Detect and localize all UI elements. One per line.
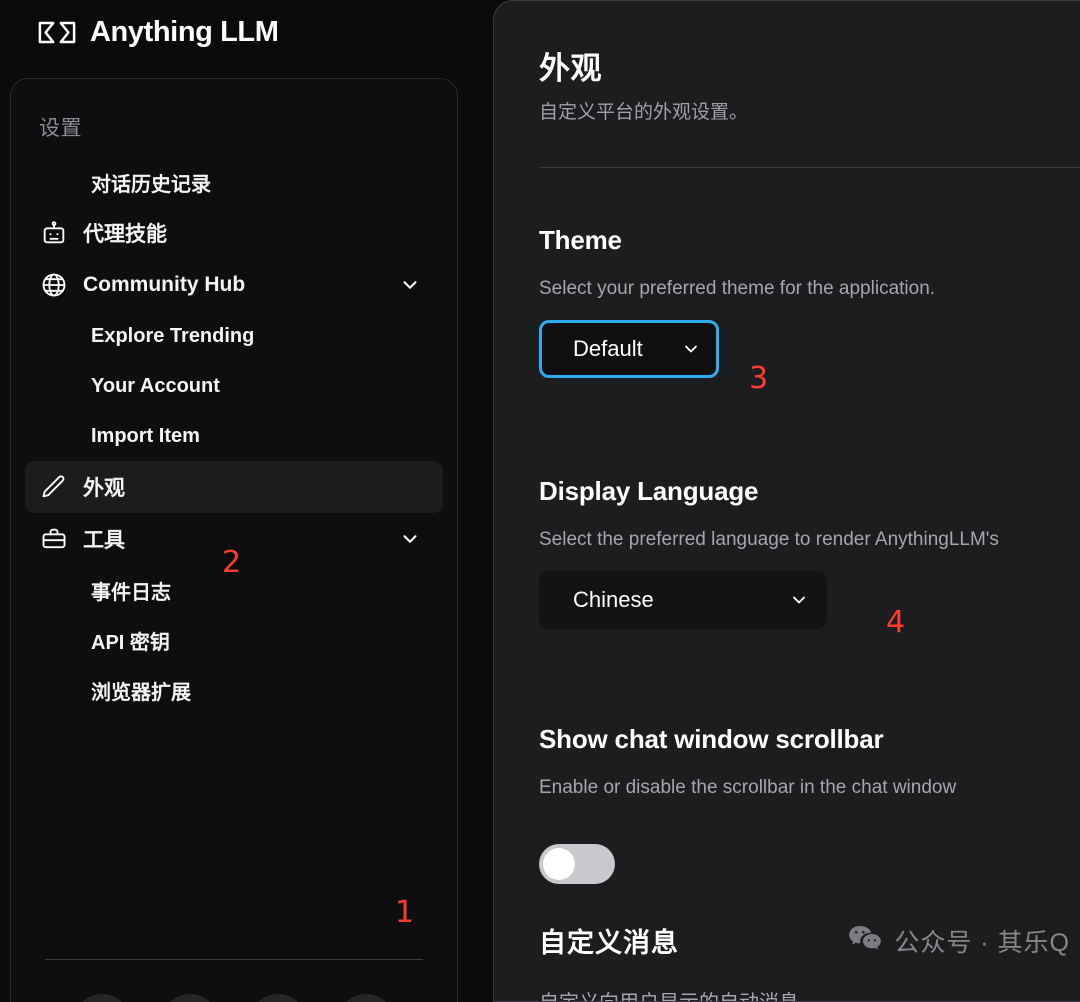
sidebar-item-community-hub[interactable]: Community Hub bbox=[25, 259, 443, 311]
annotation-marker-3: 3 bbox=[749, 361, 769, 396]
sidebar-item-appearance[interactable]: 外观 bbox=[25, 461, 443, 513]
language-description: Select the preferred language to render … bbox=[539, 529, 999, 550]
sidebar-item-explore-trending[interactable]: Explore Trending bbox=[25, 311, 443, 361]
appearance-settings-panel: 外观 自定义平台的外观设置。 Theme Select your preferr… bbox=[493, 0, 1080, 1002]
annotation-marker-1: 1 bbox=[395, 895, 415, 930]
toolbox-icon bbox=[39, 524, 69, 554]
sidebar-nav: 对话历史记录 代理技能 Community Hub Explore Trendi… bbox=[25, 157, 443, 715]
page-subtitle: 自定义平台的外观设置。 bbox=[539, 102, 749, 123]
chevron-down-icon bbox=[681, 339, 701, 359]
watermark: 公众号 · 其乐Q bbox=[848, 923, 1070, 959]
language-field: Display Language Select the preferred la… bbox=[539, 476, 999, 629]
header-divider bbox=[539, 167, 1080, 168]
sidebar: Anything LLM 设置 对话历史记录 代理技能 Community Hu… bbox=[0, 0, 470, 1002]
sidebar-item-import-item[interactable]: Import Item bbox=[25, 411, 443, 461]
brand-name: Anything LLM bbox=[90, 15, 279, 48]
scrollbar-description: Enable or disable the scrollbar in the c… bbox=[539, 777, 957, 798]
sidebar-item-label: 工具 bbox=[83, 529, 125, 552]
chevron-down-icon[interactable] bbox=[399, 528, 421, 550]
sidebar-item-api-keys[interactable]: API 密钥 bbox=[25, 615, 443, 665]
scrollbar-field: Show chat window scrollbar Enable or dis… bbox=[539, 724, 956, 799]
wechat-icon bbox=[848, 924, 882, 959]
theme-select[interactable]: Default bbox=[539, 320, 719, 378]
sidebar-footer bbox=[11, 994, 457, 1002]
chevron-down-icon bbox=[789, 590, 809, 610]
custom-messages-title: 自定义消息 bbox=[539, 928, 679, 958]
sidebar-item-label: Explore Trending bbox=[91, 324, 255, 347]
theme-select-value: Default bbox=[573, 336, 643, 361]
app-root: Anything LLM 设置 对话历史记录 代理技能 Community Hu… bbox=[0, 0, 1080, 1002]
sidebar-item-label: 事件日志 bbox=[91, 581, 171, 604]
annotation-marker-4: 4 bbox=[886, 605, 906, 640]
language-select-value: Chinese bbox=[573, 587, 654, 612]
pencil-icon bbox=[39, 472, 69, 502]
sidebar-card: 设置 对话历史记录 代理技能 Community Hub Explore Tre… bbox=[10, 78, 458, 1002]
anythingllm-logo-icon bbox=[38, 20, 76, 45]
scrollbar-toggle[interactable] bbox=[539, 844, 615, 884]
chevron-down-icon[interactable] bbox=[399, 274, 421, 296]
custom-messages-description: 自定义向用户显示的自动消息 bbox=[539, 986, 799, 1001]
sponsor-button[interactable] bbox=[73, 994, 131, 1002]
toggle-knob bbox=[543, 848, 575, 880]
back-button[interactable] bbox=[337, 994, 395, 1002]
sidebar-item-chat-history[interactable]: 对话历史记录 bbox=[25, 157, 443, 207]
language-title: Display Language bbox=[539, 476, 759, 506]
sidebar-item-browser-extension[interactable]: 浏览器扩展 bbox=[25, 665, 443, 715]
sidebar-item-label: Your Account bbox=[91, 374, 220, 397]
theme-field: Theme Select your preferred theme for th… bbox=[539, 225, 935, 378]
sidebar-item-label: 对话历史记录 bbox=[91, 173, 211, 196]
annotation-marker-2: 2 bbox=[222, 545, 242, 580]
sidebar-item-label: 外观 bbox=[83, 477, 125, 500]
sidebar-item-label: API 密钥 bbox=[91, 631, 170, 654]
brand-header: Anything LLM bbox=[38, 10, 279, 54]
sidebar-section-label: 设置 bbox=[39, 117, 82, 140]
theme-title: Theme bbox=[539, 225, 622, 255]
sidebar-item-label: Import Item bbox=[91, 424, 200, 447]
sidebar-item-your-account[interactable]: Your Account bbox=[25, 361, 443, 411]
sidebar-item-label: 浏览器扩展 bbox=[91, 681, 191, 704]
sidebar-item-agent-skills[interactable]: 代理技能 bbox=[25, 207, 443, 259]
docs-button[interactable] bbox=[161, 994, 219, 1002]
scrollbar-title: Show chat window scrollbar bbox=[539, 724, 884, 754]
discord-button[interactable] bbox=[249, 994, 307, 1002]
robot-icon bbox=[39, 218, 69, 248]
sidebar-divider bbox=[45, 959, 423, 960]
watermark-text: 公众号 · 其乐Q bbox=[894, 929, 1070, 957]
sidebar-item-label: 代理技能 bbox=[83, 223, 167, 246]
theme-description: Select your preferred theme for the appl… bbox=[539, 278, 936, 299]
language-select[interactable]: Chinese bbox=[539, 571, 827, 629]
globe-icon bbox=[39, 270, 69, 300]
page-title: 外观 bbox=[539, 51, 602, 86]
custom-messages-field: 自定义消息 bbox=[539, 921, 679, 960]
sidebar-item-label: Community Hub bbox=[83, 273, 246, 296]
